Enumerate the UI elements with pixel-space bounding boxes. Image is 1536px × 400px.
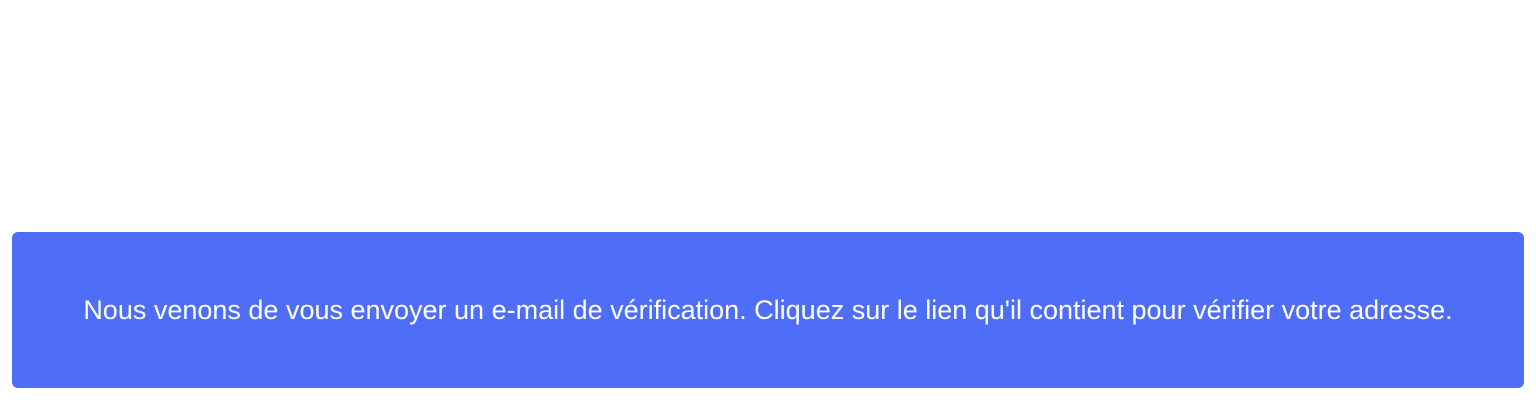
verification-notice-message: Nous venons de vous envoyer un e-mail de…: [83, 295, 1453, 325]
page: Nous venons de vous envoyer un e-mail de…: [0, 0, 1536, 400]
verification-notice-banner: Nous venons de vous envoyer un e-mail de…: [12, 232, 1524, 388]
